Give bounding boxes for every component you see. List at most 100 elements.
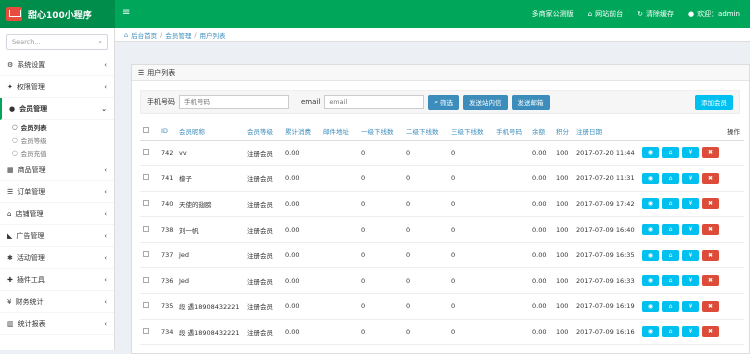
- search-icon[interactable]: ⌕: [98, 38, 102, 47]
- row-checkbox[interactable]: [143, 199, 149, 206]
- view-button[interactable]: ◉: [642, 326, 659, 338]
- eye-icon: ◉: [647, 226, 654, 234]
- delete-button[interactable]: ✖: [702, 300, 719, 312]
- breadcrumb-sep: /: [160, 30, 163, 39]
- cell-phone: [493, 165, 529, 192]
- delete-button[interactable]: ✖: [702, 198, 719, 210]
- view-button[interactable]: ◉: [642, 275, 659, 287]
- recharge-button[interactable]: ¥: [682, 300, 699, 312]
- sidebar-item-settings[interactable]: ⚙ 系统设置 ‹: [0, 54, 114, 76]
- edit-button[interactable]: ⌂: [662, 172, 679, 184]
- yen-icon: ¥: [688, 149, 693, 157]
- delete-button[interactable]: ✖: [702, 224, 719, 236]
- edit-button[interactable]: ⌂: [662, 249, 679, 261]
- cell-balance: 0.00: [529, 319, 553, 346]
- eye-icon: ◉: [647, 277, 654, 285]
- col-spent[interactable]: 累计消费: [282, 123, 320, 141]
- recharge-button[interactable]: ¥: [682, 249, 699, 261]
- add-member-button[interactable]: 添加会员: [695, 94, 733, 110]
- main-content: ⌂ 后台首页 / 会员管理 / 用户列表 ☰ 用户列表 手机号码 email ⌕…: [115, 28, 750, 354]
- delete-button[interactable]: ✖: [702, 275, 719, 287]
- sidebar-sub-member-level[interactable]: ○ 会员等级: [0, 133, 114, 146]
- money-icon: ¥: [7, 297, 12, 306]
- recharge-button[interactable]: ¥: [682, 198, 699, 210]
- col-nickname[interactable]: 会员昵称: [176, 123, 244, 141]
- sidebar-item-permissions[interactable]: ✦ 权限管理 ‹: [0, 76, 114, 98]
- select-all-checkbox[interactable]: [143, 127, 149, 134]
- chevron-left-icon: ‹: [104, 319, 107, 328]
- store-link[interactable]: 多商家公测版: [532, 9, 574, 19]
- col-level[interactable]: 会员等级: [244, 123, 282, 141]
- delete-button[interactable]: ✖: [702, 147, 719, 159]
- edit-button[interactable]: ⌂: [662, 300, 679, 312]
- col-email[interactable]: 邮件地址: [320, 123, 358, 141]
- sidebar-item-reports[interactable]: ▥ 统计报表 ‹: [0, 313, 114, 335]
- chevron-left-icon: ‹: [104, 275, 107, 284]
- recharge-button[interactable]: ¥: [682, 224, 699, 236]
- site-link[interactable]: ⌂ 网站前台: [588, 9, 623, 19]
- col-points[interactable]: 积分: [553, 123, 573, 141]
- sidebar-item-orders[interactable]: ☰ 订单管理 ‹: [0, 181, 114, 203]
- breadcrumb-section[interactable]: 会员管理: [165, 30, 191, 40]
- sidebar-item-finance[interactable]: ¥ 财务统计 ‹: [0, 291, 114, 313]
- col-balance[interactable]: 余额: [529, 123, 553, 141]
- col-id[interactable]: ID: [158, 123, 176, 141]
- view-button[interactable]: ◉: [642, 172, 659, 184]
- view-button[interactable]: ◉: [642, 224, 659, 236]
- menu-toggle-icon[interactable]: ≡: [122, 7, 130, 18]
- cell-level3: 0: [448, 293, 493, 320]
- home-icon: ⌂: [668, 302, 673, 310]
- recharge-button[interactable]: ¥: [682, 147, 699, 159]
- col-level2[interactable]: 二级下线数: [403, 123, 448, 141]
- clear-cache-link[interactable]: ↻ 清除缓存: [637, 9, 674, 19]
- row-checkbox[interactable]: [143, 174, 149, 181]
- delete-button[interactable]: ✖: [702, 326, 719, 338]
- recharge-button[interactable]: ¥: [682, 275, 699, 287]
- edit-button[interactable]: ⌂: [662, 224, 679, 236]
- phone-input[interactable]: [179, 95, 289, 109]
- recharge-button[interactable]: ¥: [682, 172, 699, 184]
- view-button[interactable]: ◉: [642, 147, 659, 159]
- sidebar-item-ads[interactable]: ◣ 广告管理 ‹: [0, 225, 114, 247]
- sidebar-item-members[interactable]: ● 会员管理 ⌄: [0, 98, 114, 120]
- row-checkbox[interactable]: [143, 327, 149, 334]
- send-message-button[interactable]: 发送站内信: [463, 94, 508, 110]
- view-button[interactable]: ◉: [642, 198, 659, 210]
- col-level1[interactable]: 一级下线数: [358, 123, 403, 141]
- row-checkbox[interactable]: [143, 251, 149, 258]
- row-checkbox[interactable]: [143, 276, 149, 283]
- send-email-button[interactable]: 发送邮箱: [511, 94, 550, 110]
- sidebar-sub-member-list[interactable]: ○ 会员列表: [0, 120, 114, 133]
- edit-button[interactable]: ⌂: [662, 275, 679, 287]
- col-date[interactable]: 注册日期: [573, 123, 639, 141]
- breadcrumb-home[interactable]: 后台首页: [131, 30, 157, 40]
- cell-points: 100: [553, 267, 573, 295]
- delete-button[interactable]: ✖: [702, 249, 719, 261]
- search-button[interactable]: ⌕ 筛选: [428, 94, 460, 110]
- view-button[interactable]: ◉: [642, 249, 659, 261]
- brand[interactable]: 甜心100小程序: [0, 0, 115, 28]
- edit-button[interactable]: ⌂: [662, 147, 679, 159]
- cell-email: [320, 165, 358, 192]
- delete-button[interactable]: ✖: [702, 172, 719, 184]
- sidebar-sub-member-recharge[interactable]: ○ 会员充值: [0, 146, 114, 159]
- row-checkbox[interactable]: [143, 302, 149, 309]
- box-icon: ▦: [7, 165, 14, 174]
- table-row: 742 vv 注册会员 0.00 0 0 0 0.00 100 2017-07-20 11:44 ◉…: [140, 140, 744, 167]
- sidebar-item-products[interactable]: ▦ 商品管理 ‹: [0, 159, 114, 181]
- view-button[interactable]: ◉: [642, 300, 659, 312]
- row-checkbox[interactable]: [143, 225, 149, 232]
- search-input[interactable]: Search... ⌕: [6, 34, 108, 50]
- sidebar-item-shops[interactable]: ⌂ 店铺管理 ‹: [0, 203, 114, 225]
- edit-button[interactable]: ⌂: [662, 198, 679, 210]
- edit-button[interactable]: ⌂: [662, 326, 679, 338]
- sidebar-item-plugins[interactable]: ✚ 插件工具 ‹: [0, 269, 114, 291]
- col-phone[interactable]: 手机号码: [493, 123, 529, 141]
- row-checkbox[interactable]: [143, 148, 149, 155]
- col-level3[interactable]: 三级下线数: [448, 123, 493, 141]
- user-menu[interactable]: ● 欢迎：admin: [688, 9, 740, 19]
- email-input[interactable]: [324, 95, 425, 109]
- recharge-button[interactable]: ¥: [682, 326, 699, 338]
- cell-points: 100: [553, 191, 573, 218]
- sidebar-item-activities[interactable]: ✱ 活动管理 ‹: [0, 247, 114, 269]
